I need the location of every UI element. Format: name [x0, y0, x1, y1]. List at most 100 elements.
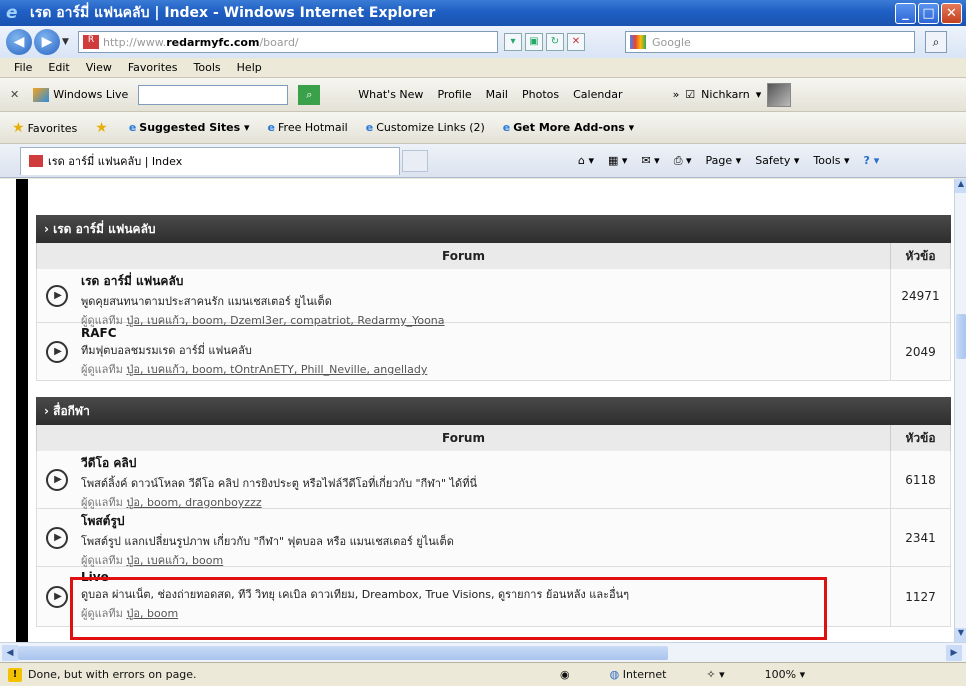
- user-dropdown-icon[interactable]: ▾: [756, 88, 762, 101]
- forum-desc: โพสต์รูป แลกเปลี่ยนรูปภาพ เกี่ยวกับ "กีฬ…: [81, 535, 454, 548]
- chevron-more-icon[interactable]: »: [673, 88, 680, 101]
- row-body: โพสต์รูป โพสต์รูป แลกเปลี่ยนรูปภาพ เกี่ย…: [77, 509, 890, 567]
- status-text: Done, but with errors on page.: [28, 668, 197, 681]
- tab-active[interactable]: เรด อาร์มี่ แฟนคลับ | Index: [20, 146, 400, 175]
- fav-free-hotmail[interactable]: e Free Hotmail: [268, 121, 348, 134]
- forum-title[interactable]: วีดีโอ คลิป: [81, 454, 886, 473]
- ie-icon: e: [365, 121, 374, 134]
- forum-arrow-icon[interactable]: ▶: [46, 340, 68, 363]
- history-dropdown-icon[interactable]: ▼: [62, 37, 74, 47]
- forum-arrow-icon[interactable]: ▶: [46, 585, 68, 608]
- mods-links[interactable]: ปู่อ, เบคแก้ว, boom, tOntrAnETY, Phill_N…: [126, 363, 427, 376]
- topic-count: 2049: [890, 323, 950, 380]
- menu-view[interactable]: View: [86, 61, 112, 74]
- scroll-up-icon[interactable]: ▲: [955, 179, 966, 193]
- scroll-left-icon[interactable]: ◀: [2, 645, 18, 661]
- feeds-icon[interactable]: ▦ ▾: [608, 154, 627, 167]
- warning-icon[interactable]: !: [8, 667, 22, 682]
- fav-get-addons[interactable]: e Get More Add-ons ▾: [503, 121, 634, 134]
- column-header: Forum หัวข้อ: [36, 425, 951, 451]
- protected-mode-icon[interactable]: ✧ ▾: [706, 668, 724, 681]
- search-input[interactable]: Google: [625, 31, 915, 53]
- scroll-right-icon[interactable]: ▶: [946, 645, 962, 661]
- horizontal-scrollbar[interactable]: ◀ ▶: [0, 642, 966, 662]
- mail-icon[interactable]: ✉ ▾: [641, 154, 659, 167]
- page-content: › เรด อาร์มี่ แฟนคลับ Forum หัวข้อ ▶ เรด…: [0, 179, 954, 642]
- forum-arrow-icon[interactable]: ▶: [46, 468, 68, 491]
- privacy-icon[interactable]: ◉: [560, 668, 570, 681]
- mods-links[interactable]: ปู่อ, เบคแก้ว, boom: [126, 554, 223, 567]
- maximize-button[interactable]: □: [918, 3, 939, 24]
- home-icon[interactable]: ⌂ ▾: [578, 154, 594, 167]
- live-search-input[interactable]: [138, 84, 289, 105]
- favorites-button[interactable]: ★ Favorites: [12, 120, 77, 136]
- scroll-down-icon[interactable]: ▼: [955, 628, 966, 642]
- live-search-button[interactable]: ⌕: [298, 84, 321, 105]
- col-forum: Forum: [442, 249, 485, 263]
- zone-indicator[interactable]: ◍ Internet: [610, 668, 667, 681]
- ie-icon: e: [502, 121, 511, 134]
- vertical-scroll-thumb[interactable]: [956, 314, 966, 359]
- add-favorite-button[interactable]: ★: [95, 120, 111, 136]
- horizontal-scroll-thumb[interactable]: [18, 646, 668, 660]
- messenger-icon[interactable]: ☑: [685, 88, 695, 101]
- address-input[interactable]: R http://www. redarmyfc.com/board/: [78, 31, 498, 53]
- forum-title[interactable]: RAFC: [81, 326, 886, 340]
- topic-count: 2341: [890, 509, 950, 566]
- section-header[interactable]: › เรด อาร์มี่ แฟนคลับ: [36, 215, 951, 243]
- user-name: Nichkarn: [701, 88, 750, 101]
- close-toolbar-icon[interactable]: ✕: [10, 88, 19, 101]
- search-button[interactable]: ⌕: [925, 31, 947, 53]
- menu-favorites[interactable]: Favorites: [128, 61, 178, 74]
- search-placeholder: Google: [652, 35, 691, 49]
- section-header[interactable]: › สื่อกีฬา: [36, 397, 951, 425]
- menu-tools[interactable]: Tools: [194, 61, 221, 74]
- new-tab-button[interactable]: [402, 149, 428, 172]
- site-favicon-icon: R: [83, 35, 99, 49]
- zoom-control[interactable]: 100% ▾: [765, 668, 805, 681]
- row-icon-cell: ▶: [37, 451, 77, 508]
- vertical-scrollbar[interactable]: ▲ ▼: [954, 179, 966, 642]
- command-bar: ⌂ ▾ ▦ ▾ ✉ ▾ ⎙ ▾ Page ▾ Safety ▾ Tools ▾ …: [578, 154, 879, 168]
- help-icon[interactable]: ? ▾: [864, 154, 880, 167]
- mods-links[interactable]: ปู่อ, boom: [126, 607, 178, 620]
- favorites-bar: ★ Favorites ★ e Suggested Sites ▾ e Free Ho…: [0, 112, 966, 144]
- forum-title[interactable]: เรด อาร์มี่ แฟนคลับ: [81, 272, 886, 291]
- live-link-mail[interactable]: Mail: [486, 88, 508, 101]
- menu-file[interactable]: File: [14, 61, 32, 74]
- live-link-photos[interactable]: Photos: [522, 88, 559, 101]
- back-button[interactable]: ◀: [6, 29, 32, 55]
- refresh-icon[interactable]: ↻: [546, 33, 564, 51]
- avatar: [767, 82, 792, 107]
- live-links: What's New Profile Mail Photos Calendar: [358, 88, 622, 101]
- cmd-page[interactable]: Page ▾: [706, 154, 742, 167]
- forum-arrow-icon[interactable]: ▶: [46, 284, 68, 307]
- fav-hotmail-label: Free Hotmail: [278, 121, 348, 134]
- forward-button[interactable]: ▶: [34, 29, 60, 55]
- forum-title[interactable]: โพสต์รูป: [81, 512, 886, 531]
- mods-links[interactable]: ปู่อ, boom, dragonboyzzz: [126, 496, 261, 509]
- compat-view-icon[interactable]: ▣: [525, 33, 543, 51]
- forum-section-redarmy: › เรด อาร์มี่ แฟนคลับ Forum หัวข้อ ▶ เรด…: [36, 215, 951, 381]
- fav-customize-links[interactable]: e Customize Links (2): [366, 121, 485, 134]
- fav-suggested-sites[interactable]: e Suggested Sites ▾: [129, 121, 250, 134]
- forum-arrow-icon[interactable]: ▶: [46, 526, 68, 549]
- print-icon[interactable]: ⎙ ▾: [674, 154, 692, 168]
- minimize-button[interactable]: _: [895, 3, 916, 24]
- live-link-profile[interactable]: Profile: [437, 88, 471, 101]
- live-user[interactable]: » ☑ Nichkarn ▾: [673, 82, 792, 107]
- ie-logo-icon: e: [6, 3, 18, 23]
- menu-edit[interactable]: Edit: [48, 61, 69, 74]
- menu-help[interactable]: Help: [237, 61, 262, 74]
- row-icon-cell: ▶: [37, 567, 77, 626]
- stop-icon[interactable]: ✕: [567, 33, 585, 51]
- cmd-tools[interactable]: Tools ▾: [813, 154, 849, 167]
- address-dropdown-icon[interactable]: ▾: [504, 33, 522, 51]
- col-forum: Forum: [442, 431, 485, 445]
- fav-customize-label: Customize Links (2): [376, 121, 485, 134]
- cmd-safety[interactable]: Safety ▾: [755, 154, 799, 167]
- live-link-whats-new[interactable]: What's New: [358, 88, 423, 101]
- close-button[interactable]: ✕: [941, 3, 962, 24]
- forum-title[interactable]: Live: [81, 570, 886, 584]
- live-link-calendar[interactable]: Calendar: [573, 88, 622, 101]
